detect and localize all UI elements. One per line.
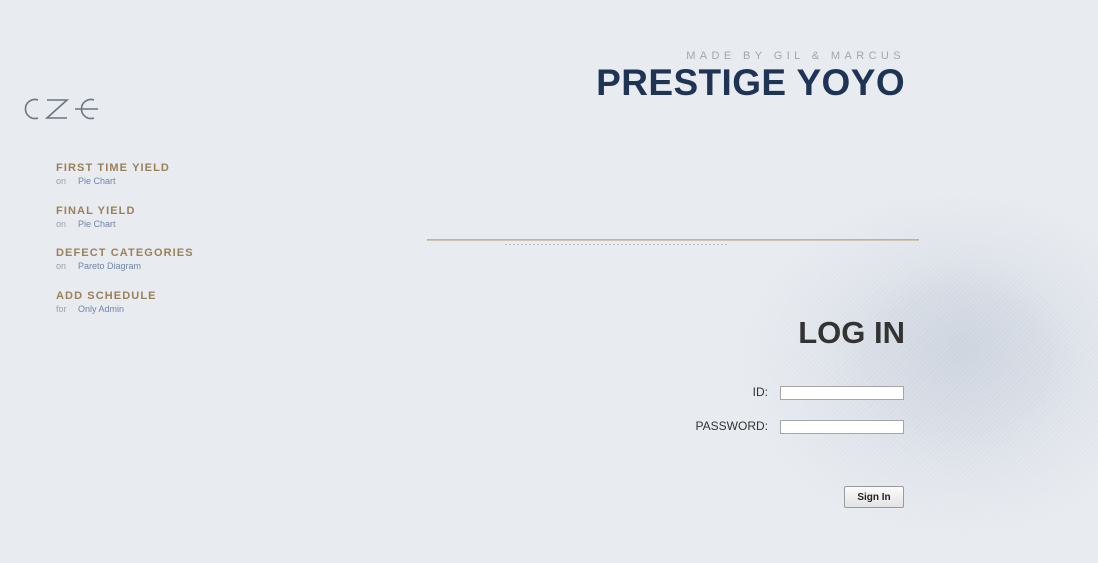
nav-item-chart-label[interactable]: Pie Chart	[78, 219, 116, 229]
nav-item-subtitle: on Pareto Diagram	[56, 260, 194, 272]
divider-dots	[505, 244, 727, 245]
nav-item-prefix: for	[56, 303, 67, 314]
nav-item-title[interactable]: FINAL YIELD	[56, 205, 194, 218]
nav-item-chart-label[interactable]: Pie Chart	[78, 176, 116, 186]
sign-in-button[interactable]: Sign In	[844, 486, 904, 508]
nav-item-first-time-yield[interactable]: FIRST TIME YIELD on Pie Chart	[56, 162, 194, 205]
nav-item-add-schedule[interactable]: ADD SCHEDULE for Only Admin	[56, 290, 194, 333]
nav-item-title[interactable]: ADD SCHEDULE	[56, 290, 194, 303]
nav-item-defect-categories[interactable]: DEFECT CATEGORIES on Pareto Diagram	[56, 247, 194, 290]
id-label: ID:	[752, 385, 768, 399]
password-field[interactable]	[780, 420, 904, 434]
background-texture	[740, 195, 1098, 535]
brand-title: PRESTIGE YOYO	[596, 62, 905, 103]
nav-item-subtitle: for Only Admin	[56, 303, 194, 315]
nav-item-prefix: on	[56, 218, 67, 229]
nav-item-subtitle: on Pie Chart	[56, 218, 194, 230]
cze-logo[interactable]	[18, 94, 102, 124]
login-heading: LOG IN	[798, 315, 905, 350]
password-label: PASSWORD:	[695, 419, 768, 433]
nav-item-prefix: on	[56, 176, 67, 186]
nav-item-title[interactable]: FIRST TIME YIELD	[56, 162, 194, 175]
nav-item-chart-label[interactable]: Only Admin	[78, 304, 124, 314]
sidebar-nav: FIRST TIME YIELD on Pie Chart FINAL YIELD…	[56, 162, 194, 332]
header-divider	[427, 239, 919, 241]
nav-item-subtitle: on Pie Chart	[56, 175, 194, 187]
nav-item-prefix: on	[56, 261, 67, 271]
id-field[interactable]	[780, 386, 904, 400]
nav-item-final-yield[interactable]: FINAL YIELD on Pie Chart	[56, 205, 194, 248]
nav-item-chart-label[interactable]: Pareto Diagram	[78, 261, 141, 271]
brand-tagline: MADE BY GIL & MARCUS	[686, 50, 905, 62]
nav-item-title[interactable]: DEFECT CATEGORIES	[56, 247, 194, 260]
